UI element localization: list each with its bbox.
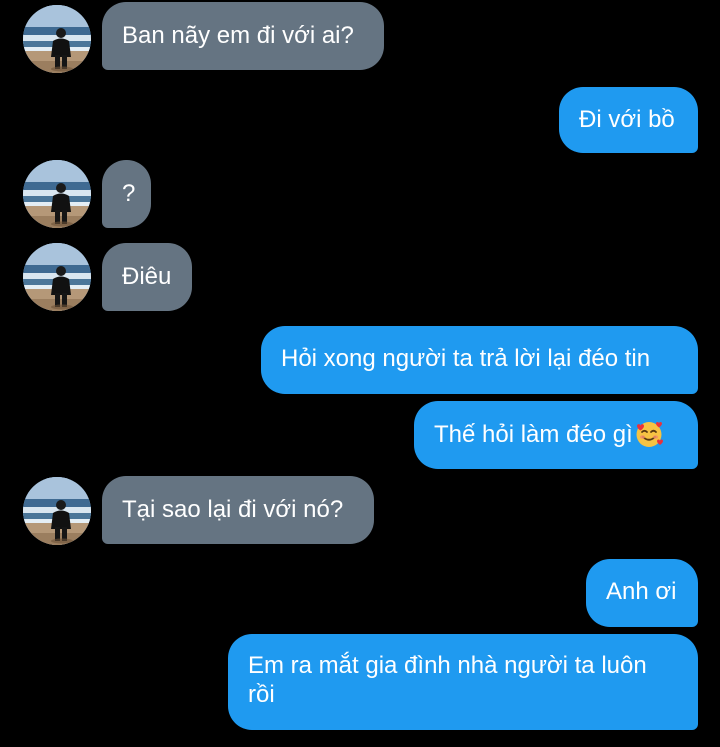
message-text: Thế hỏi làm đéo gì (434, 421, 633, 448)
contact-avatar[interactable] (23, 477, 91, 545)
message-thread: Ban nãy em đi với ai? Đi với bồ ? Điêu H… (0, 0, 720, 747)
contact-avatar[interactable] (23, 160, 91, 228)
incoming-message-bubble[interactable]: Ban nãy em đi với ai? (102, 2, 384, 70)
message-text: Anh ơi (606, 578, 677, 605)
message-text: Điêu (122, 263, 172, 290)
beach-photo-avatar-icon (23, 160, 91, 228)
beach-photo-avatar-icon (23, 5, 91, 73)
contact-avatar[interactable] (23, 243, 91, 311)
message-text: Em ra mắt gia đình nhà người ta luôn rồi (248, 652, 647, 708)
incoming-message-bubble[interactable]: Điêu (102, 243, 192, 311)
contact-avatar[interactable] (23, 5, 91, 73)
message-text: Hỏi xong người ta trả lời lại đéo tin (281, 345, 651, 372)
smiling-face-with-hearts-icon (636, 422, 663, 447)
incoming-message-bubble[interactable]: ? (102, 160, 151, 228)
outgoing-message-bubble[interactable]: Em ra mắt gia đình nhà người ta luôn rồi (228, 634, 698, 730)
beach-photo-avatar-icon (23, 243, 91, 311)
outgoing-message-bubble[interactable]: Anh ơi (586, 559, 698, 627)
message-text: Ban nãy em đi với ai? (122, 22, 354, 49)
beach-photo-avatar-icon (23, 477, 91, 545)
message-text: ? (122, 180, 136, 207)
message-text: Đi với bồ (579, 106, 675, 133)
outgoing-message-bubble[interactable]: Thế hỏi làm đéo gì (414, 401, 698, 469)
message-text: Tại sao lại đi với nó? (122, 496, 344, 523)
incoming-message-bubble[interactable]: Tại sao lại đi với nó? (102, 476, 374, 544)
outgoing-message-bubble[interactable]: Hỏi xong người ta trả lời lại đéo tin (261, 326, 698, 394)
outgoing-message-bubble[interactable]: Đi với bồ (559, 87, 698, 153)
